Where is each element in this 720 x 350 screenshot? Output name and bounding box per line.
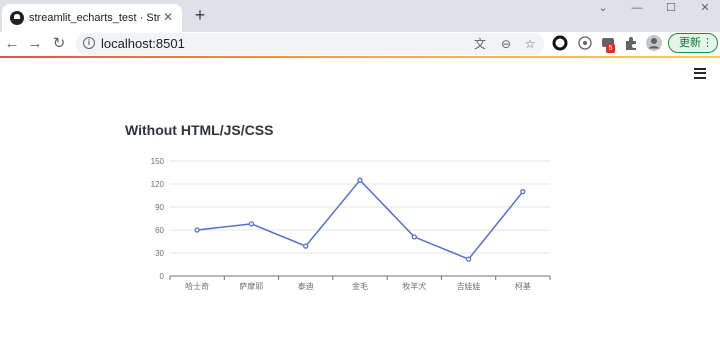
x-tick-label: 吉娃娃 <box>457 281 481 291</box>
hamburger-menu-icon[interactable] <box>694 68 706 80</box>
tab-title: streamlit_echarts_test · Streamlit <box>29 12 161 24</box>
site-info-icon[interactable]: i <box>83 37 95 49</box>
update-button[interactable]: 更新 ⋮ <box>668 33 718 53</box>
y-tick-label: 90 <box>155 203 164 212</box>
window-close-icon[interactable]: ✕ <box>688 0 720 20</box>
x-tick-label: 哈士奇 <box>185 281 209 291</box>
reload-icon[interactable]: ↻ <box>49 34 69 54</box>
extension-badge: 5 <box>606 44 615 53</box>
x-tick-label: 泰迪 <box>298 281 314 291</box>
zoom-icon[interactable]: ⊖ <box>496 34 516 54</box>
extension-ring-icon[interactable] <box>551 34 569 52</box>
loading-accent-line <box>0 56 720 58</box>
data-point <box>194 227 200 233</box>
streamlit-favicon-icon <box>10 11 24 25</box>
data-point <box>465 256 472 262</box>
x-tick-label: 萨摩耶 <box>239 281 263 291</box>
data-point <box>248 221 255 227</box>
y-tick-label: 60 <box>155 226 164 235</box>
line-chart: 0 30 60 90 120 150 哈士奇 萨摩耶 泰迪 金毛 牧羊犬 吉娃娃 柯基 <box>151 157 551 291</box>
translate-icon[interactable]: 文 <box>470 34 490 54</box>
data-point <box>520 189 526 195</box>
x-tick-label: 牧羊犬 <box>402 281 426 291</box>
browser-title-bar: streamlit_echarts_test · Streamlit ✕ + ⌄… <box>0 0 720 32</box>
x-tick-label: 柯基 <box>515 281 531 291</box>
forward-arrow-icon[interactable]: → <box>25 34 45 54</box>
data-point <box>411 234 417 240</box>
data-point <box>303 243 309 249</box>
x-tick-label: 金毛 <box>352 281 368 291</box>
series-line <box>197 179 524 261</box>
more-menu-icon: ⋮ <box>702 37 713 49</box>
address-bar[interactable]: i localhost:8501 文 ⊖ ☆ <box>76 33 544 55</box>
y-tick-label: 30 <box>155 249 164 258</box>
data-point <box>357 177 363 183</box>
profile-avatar-icon[interactable] <box>645 34 663 52</box>
page-title: Without HTML/JS/CSS <box>125 122 274 138</box>
browser-tab[interactable]: streamlit_echarts_test · Streamlit ✕ <box>2 4 182 32</box>
url-text[interactable]: localhost:8501 <box>101 36 185 52</box>
new-tab-icon[interactable]: + <box>190 6 210 26</box>
extensions-puzzle-icon[interactable] <box>622 34 640 52</box>
extension-circle-icon[interactable] <box>576 34 594 52</box>
bookmark-star-icon[interactable]: ☆ <box>520 34 540 54</box>
update-label: 更新 <box>679 37 701 49</box>
minimize-icon[interactable]: — <box>620 0 654 20</box>
y-tick-label: 120 <box>151 180 165 189</box>
back-arrow-icon[interactable]: ← <box>2 34 22 54</box>
maximize-icon[interactable]: ☐ <box>654 0 688 20</box>
tab-search-chevron-icon[interactable]: ⌄ <box>586 0 620 20</box>
y-tick-label: 0 <box>160 272 165 281</box>
y-tick-label: 150 <box>151 157 165 166</box>
tab-close-icon[interactable]: ✕ <box>161 10 175 24</box>
